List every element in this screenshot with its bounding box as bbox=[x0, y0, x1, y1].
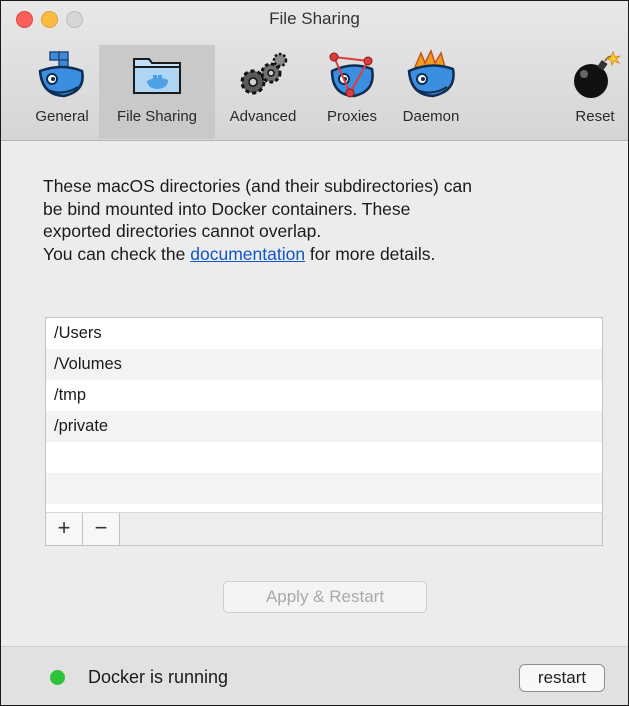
file-sharing-panel: These macOS directories (and their subdi… bbox=[1, 141, 628, 646]
directory-row[interactable]: /Users bbox=[46, 318, 602, 349]
description-text: These macOS directories (and their subdi… bbox=[43, 175, 603, 265]
description-line: These macOS directories (and their subdi… bbox=[43, 176, 472, 196]
list-footer: + − bbox=[45, 512, 603, 546]
window-title: File Sharing bbox=[269, 9, 360, 28]
tab-advanced[interactable]: Advanced bbox=[215, 45, 311, 139]
restart-button[interactable]: restart bbox=[519, 664, 605, 692]
tab-general-label: General bbox=[35, 108, 89, 125]
status-bar: Docker is running restart bbox=[1, 646, 628, 705]
documentation-link[interactable]: documentation bbox=[190, 244, 305, 264]
empty-row bbox=[46, 473, 602, 504]
docker-preferences-window: File Sharing General File Sharing Advanc… bbox=[0, 0, 629, 706]
proxies-whale-icon bbox=[329, 52, 374, 98]
tab-daemon[interactable]: Daemon bbox=[393, 45, 469, 139]
description-line: be bind mounted into Docker containers. … bbox=[43, 198, 411, 219]
daemon-whale-icon bbox=[407, 49, 455, 98]
tab-file-sharing[interactable]: File Sharing bbox=[99, 45, 215, 139]
remove-directory-button[interactable]: − bbox=[83, 513, 120, 545]
tab-advanced-label: Advanced bbox=[229, 108, 297, 125]
tab-general[interactable]: General bbox=[19, 45, 105, 139]
docker-whale-icon bbox=[38, 51, 84, 98]
status-indicator bbox=[50, 670, 65, 685]
shared-directories-list[interactable]: /Users /Volumes /tmp /private bbox=[45, 317, 603, 514]
tab-file-sharing-label: File Sharing bbox=[116, 108, 198, 125]
status-text: Docker is running bbox=[88, 667, 229, 687]
empty-row bbox=[46, 442, 602, 473]
description-text-after-link: for more details. bbox=[305, 243, 436, 264]
gears-icon bbox=[240, 52, 288, 95]
toolbar: File Sharing General File Sharing Advanc… bbox=[1, 1, 628, 141]
directory-row[interactable]: /tmp bbox=[46, 380, 602, 411]
bomb-icon bbox=[574, 50, 621, 98]
apply-restart-button[interactable]: Apply & Restart bbox=[223, 581, 427, 613]
description-line: exported directories cannot overlap. bbox=[43, 221, 322, 241]
tab-proxies-label: Proxies bbox=[326, 108, 378, 125]
folder-icon bbox=[133, 58, 181, 94]
directory-row[interactable]: /Volumes bbox=[46, 349, 602, 380]
description-text-before-link: You can check the bbox=[43, 243, 191, 264]
tab-reset-label: Reset bbox=[575, 108, 615, 125]
tab-reset[interactable]: Reset bbox=[563, 45, 627, 139]
description-line: You can check the documentation for more… bbox=[43, 243, 603, 266]
add-directory-button[interactable]: + bbox=[46, 513, 83, 545]
tab-daemon-label: Daemon bbox=[402, 108, 460, 125]
tab-proxies[interactable]: Proxies bbox=[313, 45, 391, 139]
directory-row[interactable]: /private bbox=[46, 411, 602, 442]
